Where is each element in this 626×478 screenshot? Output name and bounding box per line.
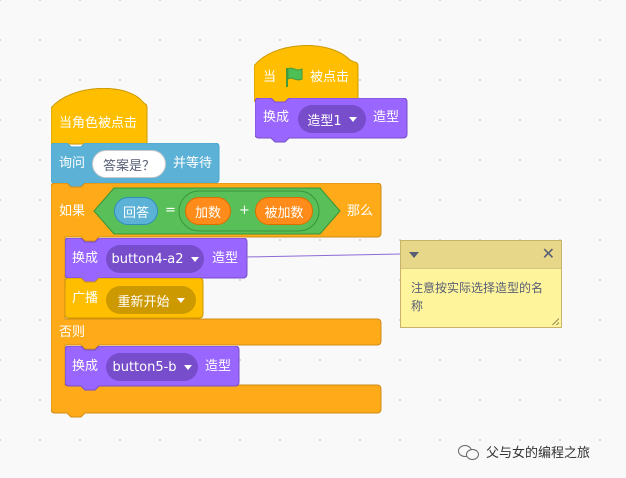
switch-suffix: 造型 bbox=[212, 251, 239, 266]
then-label: 那么 bbox=[347, 204, 374, 219]
dropdown-caret-icon bbox=[183, 364, 192, 370]
ask-label: 询问 bbox=[59, 156, 86, 171]
augend-variable[interactable]: 被加数 bbox=[255, 197, 313, 225]
question-input[interactable]: 答案是？ bbox=[92, 150, 166, 178]
resize-grip-icon[interactable] bbox=[551, 317, 559, 325]
ask-suffix: 并等待 bbox=[173, 156, 213, 171]
dropdown-caret-icon bbox=[190, 256, 199, 262]
costume-dropdown-value: 造型1 bbox=[307, 113, 342, 129]
costume-dropdown[interactable]: 造型1 bbox=[298, 105, 366, 133]
dropdown-caret-icon bbox=[176, 297, 185, 303]
hat-label-prefix: 当 bbox=[263, 70, 277, 85]
watermark-text: 父与女的编程之旅 bbox=[486, 446, 591, 461]
comment-text[interactable]: 注意按实际选择造型的名称 bbox=[401, 269, 561, 325]
costume-dropdown[interactable]: button5-b bbox=[106, 353, 198, 381]
if-label: 如果 bbox=[59, 204, 86, 219]
addend-label: 加数 bbox=[194, 205, 221, 221]
costume-dropdown-value: button5-b bbox=[112, 359, 177, 375]
comment-note[interactable]: ✕ 注意按实际选择造型的名称 bbox=[400, 240, 562, 328]
question-text: 答案是？ bbox=[102, 158, 155, 174]
broadcast-message-value: 重新开始 bbox=[117, 294, 170, 310]
answer-reporter[interactable]: 回答 bbox=[114, 197, 158, 225]
addend-variable[interactable]: 加数 bbox=[185, 197, 231, 225]
switch-label: 换成 bbox=[72, 359, 99, 374]
watermark: 父与女的编程之旅 bbox=[458, 442, 590, 461]
else-label: 否则 bbox=[59, 325, 86, 340]
hat-label-suffix: 被点击 bbox=[310, 70, 350, 85]
hat-label: 当角色被点击 bbox=[59, 116, 138, 131]
comment-connector bbox=[245, 253, 402, 258]
comment-header[interactable]: ✕ bbox=[401, 241, 561, 269]
broadcast-label: 广播 bbox=[72, 291, 99, 306]
switch-suffix: 造型 bbox=[205, 359, 232, 374]
dropdown-caret-icon bbox=[348, 116, 357, 122]
plus-operator: + bbox=[239, 203, 250, 218]
switch-label: 换成 bbox=[72, 251, 99, 266]
switch-suffix: 造型 bbox=[373, 110, 400, 125]
comment-collapse-icon[interactable] bbox=[409, 252, 419, 258]
wechat-icon bbox=[458, 444, 480, 460]
switch-label: 换成 bbox=[263, 110, 290, 125]
costume-dropdown-value: button4-a2 bbox=[111, 251, 184, 267]
equals-operator: = bbox=[165, 203, 176, 218]
close-icon[interactable]: ✕ bbox=[542, 245, 555, 263]
augend-label: 被加数 bbox=[264, 205, 304, 221]
answer-label: 回答 bbox=[122, 205, 149, 221]
green-flag-icon bbox=[286, 67, 303, 87]
costume-dropdown[interactable]: button4-a2 bbox=[106, 245, 204, 273]
broadcast-message-dropdown[interactable]: 重新开始 bbox=[106, 286, 196, 314]
